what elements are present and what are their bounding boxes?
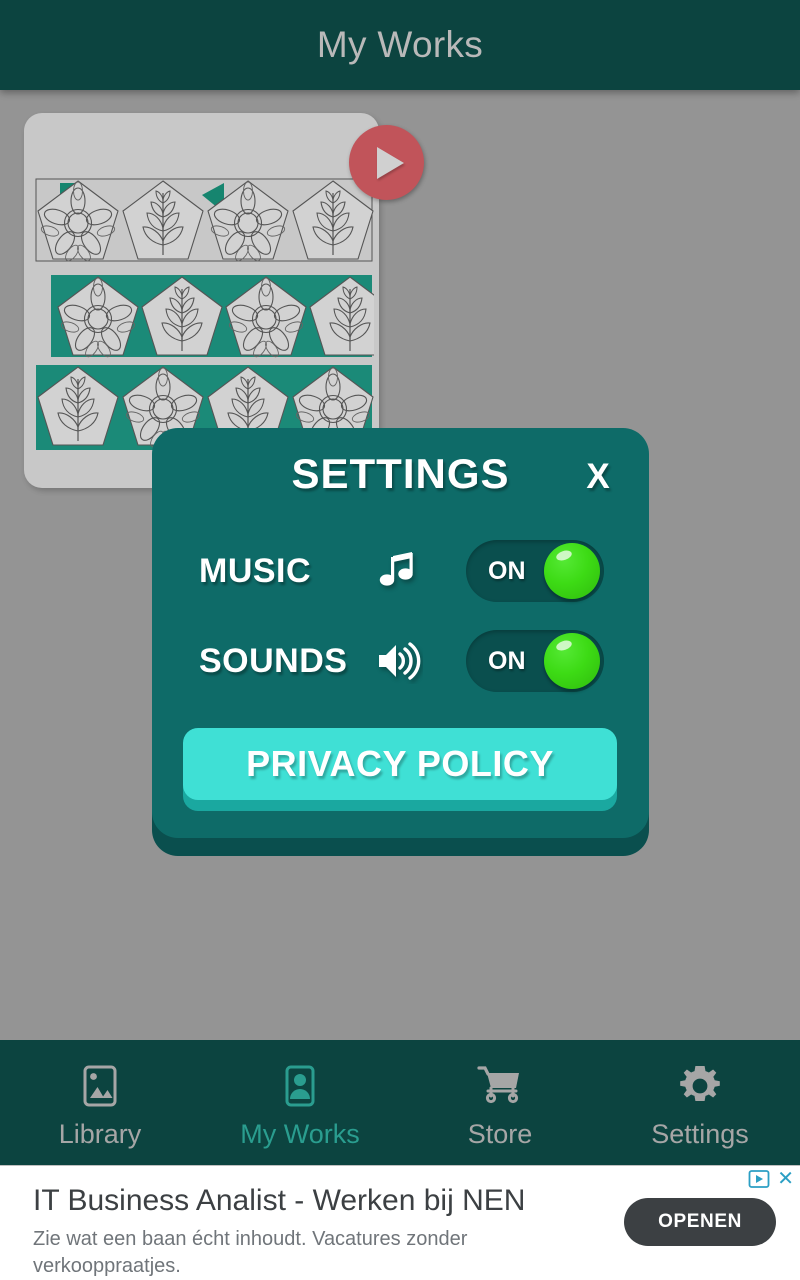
sounds-label: SOUNDS xyxy=(199,641,348,680)
sounds-toggle-state: ON xyxy=(488,646,526,675)
nav-item-library[interactable]: Library xyxy=(0,1040,200,1165)
person-card-icon xyxy=(276,1060,324,1112)
ad-badges: ✕ xyxy=(748,1169,794,1189)
music-toggle-state: ON xyxy=(488,556,526,585)
music-toggle[interactable]: ON xyxy=(466,540,604,602)
page-title: My Works xyxy=(316,24,484,65)
setting-row-music: MUSIC ON xyxy=(152,536,649,606)
sounds-toggle-knob[interactable] xyxy=(544,633,600,689)
music-toggle-knob[interactable] xyxy=(544,543,600,599)
ad-body-line1: Zie wat een baan écht inhoudt. Vacatures… xyxy=(33,1228,468,1277)
close-icon[interactable]: X xyxy=(575,454,621,500)
adchoices-icon[interactable] xyxy=(748,1169,770,1189)
ad-close-icon[interactable]: ✕ xyxy=(777,1169,794,1189)
ad-headline: IT Business Analist - Werken bij NEN xyxy=(33,1184,526,1217)
settings-dialog: SETTINGS X MUSIC ON SOUNDS ON PRIVACY PO… xyxy=(152,428,649,838)
nav-item-my-works[interactable]: My Works xyxy=(200,1040,400,1165)
setting-row-sounds: SOUNDS ON xyxy=(152,626,649,696)
ad-banner[interactable]: ✕ IT Business Analist - Werken bij NEN Z… xyxy=(0,1165,800,1280)
pentagon-floral-pattern-artwork xyxy=(35,178,374,450)
shopping-cart-icon xyxy=(475,1060,525,1112)
play-icon[interactable] xyxy=(349,125,424,200)
speaker-icon xyxy=(370,632,428,690)
nav-item-store[interactable]: Store xyxy=(400,1040,600,1165)
music-label: MUSIC xyxy=(199,551,312,590)
play-triangle xyxy=(377,146,404,179)
gear-icon xyxy=(676,1060,724,1112)
music-note-icon xyxy=(370,542,428,600)
image-icon xyxy=(76,1060,124,1112)
nav-label-settings: Settings xyxy=(651,1118,749,1149)
nav-label-my-works: My Works xyxy=(240,1118,360,1149)
ad-body: Zie wat een baan écht inhoudt. Vacatures… xyxy=(33,1226,613,1280)
nav-label-library: Library xyxy=(58,1118,142,1149)
app-header: My Works xyxy=(0,0,800,90)
privacy-policy-button[interactable]: PRIVACY POLICY xyxy=(183,728,617,800)
nav-label-store: Store xyxy=(467,1118,533,1149)
ad-cta-button[interactable]: OPENEN xyxy=(624,1198,776,1246)
app-root: My Works SETTINGS X MUSIC ON SOUNDS ON P… xyxy=(0,0,800,1280)
nav-item-settings[interactable]: Settings xyxy=(600,1040,800,1165)
dialog-header: SETTINGS X xyxy=(152,450,649,508)
bottom-navigation: Library My Works Store Settings xyxy=(0,1040,800,1165)
sounds-toggle[interactable]: ON xyxy=(466,630,604,692)
